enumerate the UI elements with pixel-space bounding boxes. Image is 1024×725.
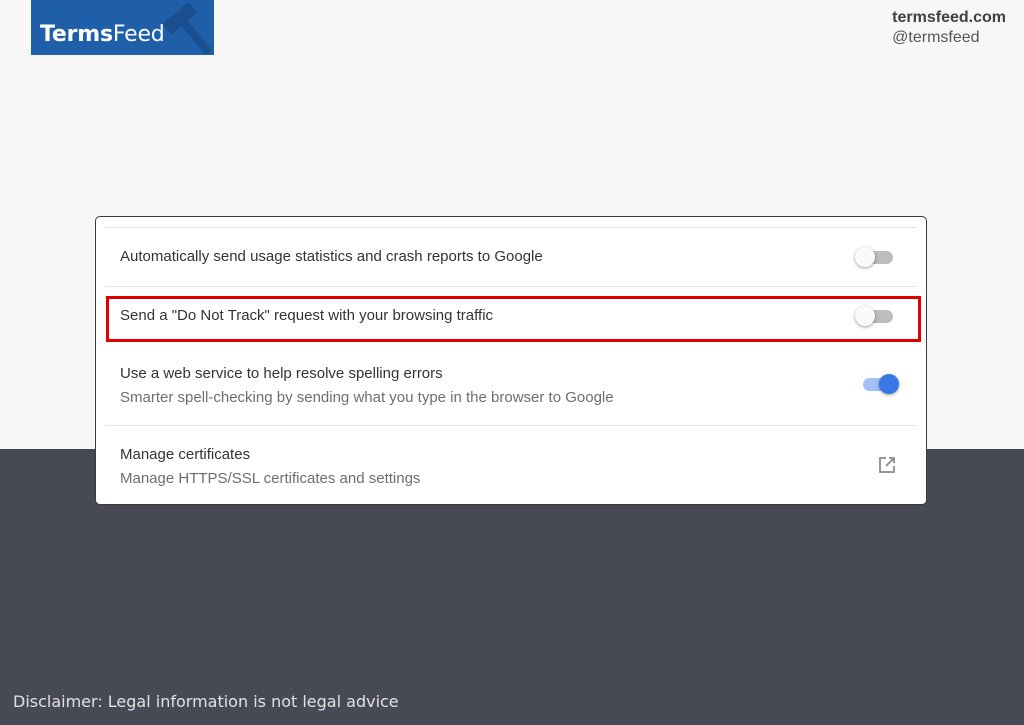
toggle-knob bbox=[855, 247, 875, 267]
do-not-track-highlight bbox=[106, 296, 921, 342]
brand-info: termsfeed.com @termsfeed bbox=[892, 8, 1006, 48]
logo-text: TermsFeed bbox=[40, 22, 165, 48]
logo-text-terms: Terms bbox=[40, 22, 113, 47]
setting-row-usage-stats[interactable]: Automatically send usage statistics and … bbox=[96, 228, 926, 286]
setting-row-manage-certificates[interactable]: Manage certificates Manage HTTPS/SSL cer… bbox=[96, 426, 926, 504]
setting-row-spelling-service[interactable]: Use a web service to help resolve spelli… bbox=[96, 345, 926, 425]
external-link-icon[interactable] bbox=[877, 455, 897, 475]
settings-card: Automatically send usage statistics and … bbox=[95, 216, 927, 505]
brand-handle: @termsfeed bbox=[892, 29, 980, 46]
termsfeed-logo: TermsFeed bbox=[31, 0, 214, 55]
usage-stats-toggle[interactable] bbox=[855, 247, 895, 267]
setting-label: Automatically send usage statistics and … bbox=[120, 248, 543, 265]
spelling-service-toggle[interactable] bbox=[859, 374, 899, 394]
setting-label: Use a web service to help resolve spelli… bbox=[120, 365, 443, 382]
setting-sublabel: Smarter spell-checking by sending what y… bbox=[120, 389, 614, 406]
setting-label: Manage certificates bbox=[120, 446, 251, 463]
disclaimer-text: Disclaimer: Legal information is not leg… bbox=[13, 692, 399, 711]
toggle-knob bbox=[879, 374, 899, 394]
logo-text-feed: Feed bbox=[112, 22, 165, 47]
setting-sublabel: Manage HTTPS/SSL certificates and settin… bbox=[120, 470, 421, 487]
brand-domain: termsfeed.com bbox=[892, 9, 1006, 26]
